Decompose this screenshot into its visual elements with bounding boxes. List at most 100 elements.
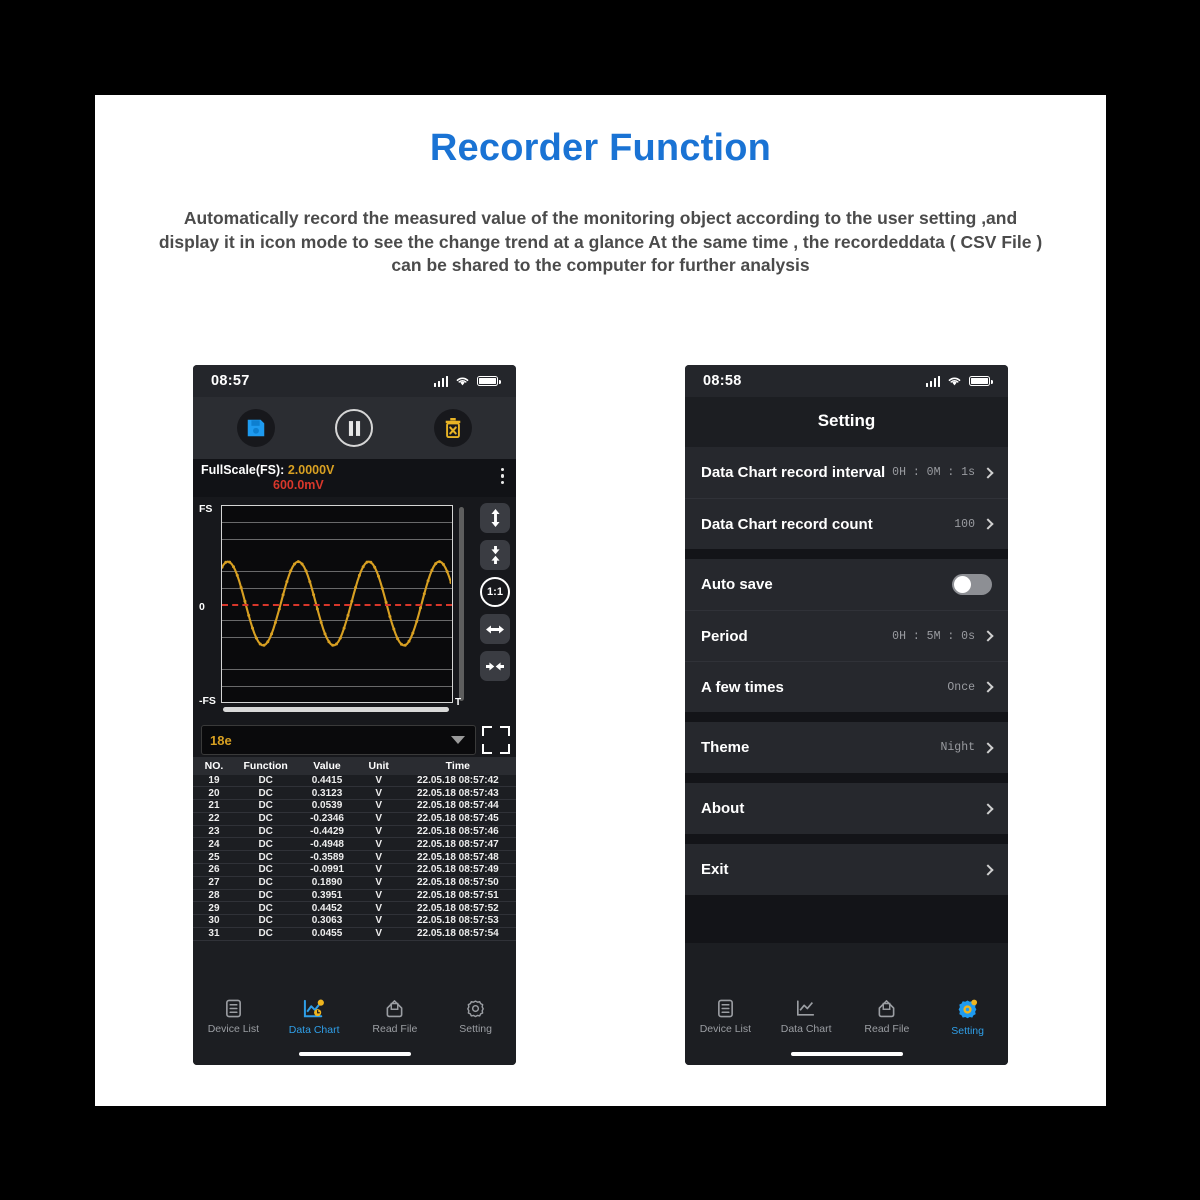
- sidebar-item-data-chart[interactable]: Data Chart: [766, 999, 847, 1035]
- table-row[interactable]: 21 DC 0.0539 V 22.05.18 08:57:44: [193, 799, 516, 813]
- table-row[interactable]: 26 DC -0.0991 V 22.05.18 08:57:49: [193, 863, 516, 877]
- signal-bars-icon: [433, 375, 448, 387]
- read-file-icon: [878, 1000, 895, 1018]
- table-cell: DC: [234, 889, 297, 903]
- wifi-icon: [948, 377, 961, 386]
- setting-label: Auto save: [701, 576, 773, 593]
- chevron-down-icon: [451, 736, 465, 744]
- sidebar-item-device-list[interactable]: Device List: [193, 999, 274, 1035]
- setting-row[interactable]: Data Chart record interval 0H : 0M : 1s: [685, 447, 1008, 498]
- group-divider: [685, 773, 1008, 783]
- gear-icon: [467, 1000, 485, 1018]
- waveform-plot[interactable]: [221, 505, 453, 703]
- table-cell: -0.3589: [296, 850, 358, 864]
- setting-row[interactable]: Theme Night: [685, 722, 1008, 773]
- settings-group: About: [685, 783, 1008, 834]
- table-cell: 22.05.18 08:57:46: [399, 825, 516, 839]
- battery-icon: [969, 375, 993, 387]
- horizontal-expand-button[interactable]: [480, 614, 510, 644]
- table-cell: -0.4948: [296, 837, 358, 852]
- ratio-reset-button[interactable]: 1:1: [480, 577, 510, 607]
- table-row[interactable]: 23 DC -0.4429 V 22.05.18 08:57:46: [193, 825, 516, 839]
- table-cell: 22.05.18 08:57:45: [399, 812, 516, 826]
- table-row[interactable]: 20 DC 0.3123 V 22.05.18 08:57:43: [193, 786, 516, 801]
- table-row[interactable]: 19 DC 0.4415 V 22.05.18 08:57:42: [193, 774, 516, 788]
- table-row[interactable]: 22 DC -0.2346 V 22.05.18 08:57:45: [193, 812, 516, 826]
- table-column-header: Unit: [357, 757, 400, 775]
- setting-value: Once: [947, 680, 975, 694]
- table-cell: 22.05.18 08:57:50: [399, 876, 516, 890]
- table-cell: 24: [193, 837, 235, 852]
- table-cell: V: [357, 889, 400, 903]
- table-cell: 23: [193, 825, 235, 839]
- table-cell: 0.3123: [296, 786, 358, 801]
- sidebar-item-data-chart[interactable]: Data Chart: [274, 999, 355, 1036]
- kebab-menu-icon[interactable]: [500, 468, 504, 485]
- setting-label: Data Chart record count: [701, 515, 873, 533]
- setting-row[interactable]: Period 0H : 5M : 0s: [685, 610, 1008, 661]
- sidebar-item-read-file[interactable]: Read File: [355, 999, 436, 1035]
- table-cell: DC: [234, 774, 297, 788]
- table-cell: V: [357, 863, 400, 877]
- table-row[interactable]: 30 DC 0.3063 V 22.05.18 08:57:53: [193, 914, 516, 928]
- setting-label: Data Chart record interval: [701, 464, 886, 481]
- setting-row[interactable]: Data Chart record count 100: [685, 498, 1008, 549]
- tab-bar-left: Device List Data Chart Read File Setting: [193, 991, 516, 1065]
- sidebar-item-setting[interactable]: Setting: [927, 999, 1008, 1037]
- delete-icon: [445, 418, 461, 439]
- table-cell: 31: [193, 927, 235, 941]
- sidebar-item-setting[interactable]: Setting: [435, 999, 516, 1035]
- settings-list: Data Chart record interval 0H : 0M : 1s …: [685, 447, 1008, 943]
- table-row[interactable]: 29 DC 0.4452 V 22.05.18 08:57:52: [193, 901, 516, 916]
- table-column-header: Value: [296, 757, 358, 775]
- table-cell: 19: [193, 774, 235, 788]
- table-cell: 22.05.18 08:57:44: [399, 799, 516, 813]
- table-row[interactable]: 25 DC -0.3589 V 22.05.18 08:57:48: [193, 850, 516, 864]
- table-row[interactable]: 24 DC -0.4948 V 22.05.18 08:57:47: [193, 837, 516, 852]
- pause-icon: [348, 420, 361, 436]
- sidebar-item-device-list[interactable]: Device List: [685, 999, 766, 1035]
- setting-row[interactable]: About: [685, 783, 1008, 834]
- horizontal-scrollbar[interactable]: [223, 707, 449, 712]
- table-cell: 0.3063: [296, 914, 358, 928]
- horizontal-shrink-button[interactable]: [480, 651, 510, 681]
- phone-screenshot-settings: 08:58 Setting Data Chart record interval…: [685, 365, 1008, 1065]
- setting-value: 0H : 5M : 0s: [892, 629, 975, 643]
- wifi-icon: [456, 377, 469, 386]
- vertical-scrollbar[interactable]: [459, 507, 464, 701]
- tab-label: Device List: [699, 1023, 752, 1035]
- fullscreen-expand-icon[interactable]: [482, 726, 510, 754]
- delete-button[interactable]: [433, 409, 472, 447]
- table-row[interactable]: 28 DC 0.3951 V 22.05.18 08:57:51: [193, 889, 516, 903]
- group-divider: [685, 834, 1008, 844]
- chevron-right-icon: [982, 466, 994, 479]
- table-column-header: Time: [399, 757, 516, 775]
- table-row[interactable]: 27 DC 0.1890 V 22.05.18 08:57:50: [193, 876, 516, 890]
- setting-row[interactable]: A few times Once: [685, 661, 1008, 712]
- save-icon: [247, 419, 265, 437]
- vertical-expand-button[interactable]: [480, 503, 510, 533]
- device-list-icon: [717, 999, 733, 1018]
- status-bar-left: 08:57: [193, 365, 516, 397]
- series-select[interactable]: 18e: [201, 725, 476, 755]
- table-header-row: NO. Function Value Unit Time: [193, 757, 516, 775]
- battery-icon: [477, 375, 501, 387]
- table-cell: DC: [234, 850, 297, 864]
- table-cell: 0.4415: [296, 774, 358, 788]
- table-row[interactable]: 31 DC 0.0455 V 22.05.18 08:57:54: [193, 927, 516, 941]
- table-cell: 22.05.18 08:57:51: [399, 889, 516, 903]
- chart-controls: 1:1: [480, 503, 510, 681]
- chevron-right-icon: [982, 741, 994, 754]
- table-cell: V: [357, 901, 400, 916]
- setting-row[interactable]: Auto save: [685, 559, 1008, 610]
- setting-row[interactable]: Exit: [685, 844, 1008, 895]
- list-filler: [685, 895, 1008, 943]
- table-cell: 22.05.18 08:57:54: [399, 927, 516, 941]
- save-button[interactable]: [237, 409, 276, 447]
- sidebar-item-read-file[interactable]: Read File: [847, 999, 928, 1035]
- table-cell: 28: [193, 889, 235, 903]
- pause-button[interactable]: [335, 409, 374, 447]
- status-bar-right: 08:58: [685, 365, 1008, 397]
- vertical-shrink-button[interactable]: [480, 540, 510, 570]
- auto-save-toggle[interactable]: [952, 574, 992, 595]
